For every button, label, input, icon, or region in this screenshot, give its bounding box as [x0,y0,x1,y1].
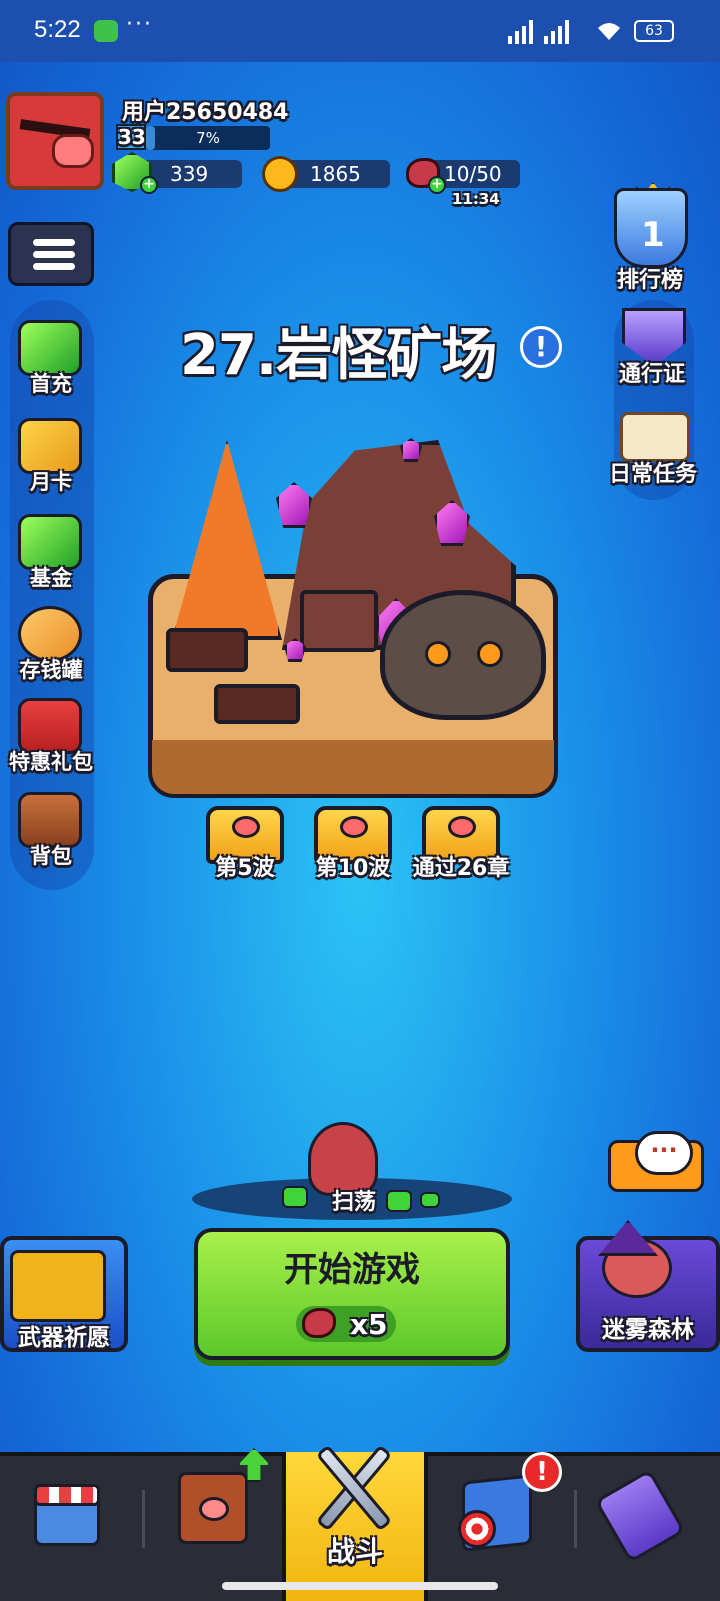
status-time: 5:22 [34,16,81,43]
meat-stamina-icon [302,1308,336,1338]
xp-percent-label: 7% [196,129,220,147]
daily-quest-label[interactable]: 日常任务 [600,456,706,488]
gem-count: 339 [170,162,209,186]
daily-quest-scroll-icon[interactable] [620,412,690,462]
piggy-bank-button[interactable]: 存钱罐 [8,600,94,686]
stage-title: 27.岩怪矿场 [180,323,497,388]
stamina-timer: 11:34 [452,190,500,208]
wave-10-label: 第10波 [315,856,391,881]
shop-icon [34,1484,100,1546]
more-notifications-icon: ··· [126,12,153,37]
special-pack-label: 特惠礼包 [9,750,93,774]
fund-label: 基金 [30,566,72,590]
first-recharge-button[interactable]: 首充 [8,314,94,400]
green-gem-icon [282,1186,308,1208]
chat-bubble-icon: ··· [635,1131,693,1175]
monthly-card-button[interactable]: 月卡 [8,412,94,498]
island-dirt-side [152,740,554,794]
rank-number: 1 [641,215,665,255]
coin-count: 1865 [310,162,361,186]
rock [300,590,378,652]
add-stamina-plus-icon[interactable]: + [428,176,446,194]
special-pack-button[interactable]: 特惠礼包 [8,692,94,778]
signal-icon [544,20,574,44]
wifi-icon [596,20,622,42]
battle-tab-label: 战斗 [326,1535,383,1568]
coin-icon [262,156,298,192]
nav-divider [142,1490,145,1548]
level-badge: 33 [116,124,146,150]
backpack-button[interactable]: 背包 [8,786,94,872]
alert-badge-icon: ! [522,1452,562,1492]
home-indicator[interactable] [222,1582,498,1590]
start-game-label: 开始游戏 [284,1250,420,1290]
wechat-icon [94,20,118,42]
main-menu-button[interactable] [8,222,94,286]
monthly-card-label: 月卡 [30,470,72,494]
sweep-button[interactable]: 扫荡 [332,1184,376,1216]
weapon-wish-label: 武器祈愿 [18,1325,110,1351]
green-gem-icon [420,1192,440,1208]
start-cost: x5 [350,1308,388,1341]
player-avatar[interactable] [6,92,104,190]
fund-button[interactable]: 基金 [8,508,94,594]
signal-icon [508,20,538,44]
inventory-bag-icon [178,1472,248,1544]
stamina-count: 10/50 [444,162,502,186]
weapon-chest-icon [10,1250,106,1322]
rock-golem-boss [380,590,546,720]
pine-tree [172,440,282,640]
chat-button[interactable]: ··· [608,1131,704,1192]
wave-5-label: 第5波 [215,856,275,881]
rock [214,684,300,724]
rock [166,628,248,672]
backpack-label: 背包 [30,844,72,868]
add-gems-plus-icon[interactable]: + [140,176,158,194]
misty-forest-label: 迷雾森林 [602,1317,694,1343]
battery-icon: 63 [634,20,674,42]
username: 用户25650484 [122,100,289,125]
stage-info-icon[interactable]: ! [520,326,562,368]
leaderboard-icon[interactable]: 1 [614,188,688,268]
target-icon [458,1510,496,1548]
nav-divider [574,1490,577,1548]
piggy-bank-label: 存钱罐 [19,658,83,682]
leaderboard-label[interactable]: 排行榜 [600,262,700,294]
green-gem-icon [386,1190,412,1212]
xp-progress-bar: 7% [146,126,270,150]
battle-pass-label[interactable]: 通行证 [602,356,702,388]
first-recharge-label: 首充 [30,372,72,396]
battle-swords-icon [306,1438,402,1534]
chapter-clear-label: 通过26章 [412,856,510,881]
